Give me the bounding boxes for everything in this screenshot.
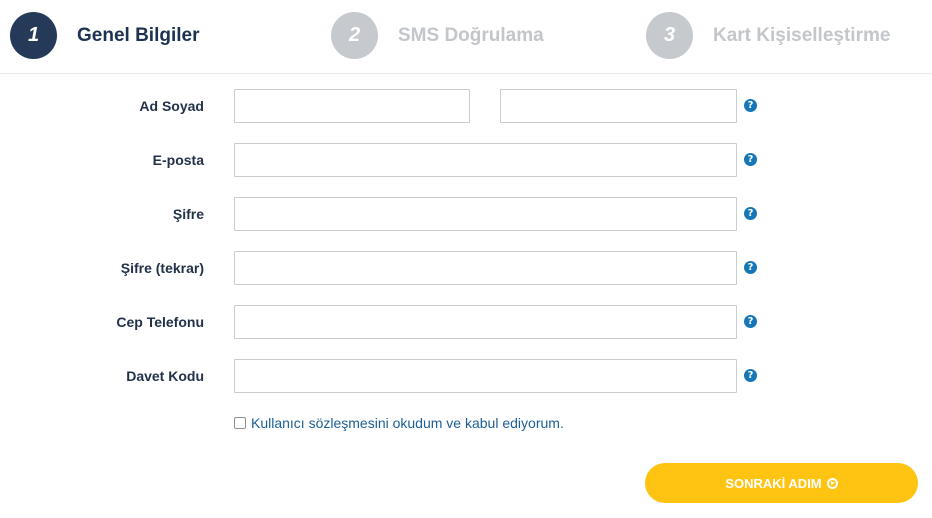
progress-stepper: 1 Genel Bilgiler 2 SMS Doğrulama 3 Kart … (0, 0, 932, 74)
form-row-name: Ad Soyad ? (0, 89, 932, 123)
password-repeat-label: Şifre (tekrar) (120, 260, 204, 276)
arrow-circle-right-icon (826, 477, 838, 489)
step-sms-verification: 2 SMS Doğrulama (331, 12, 544, 59)
password-label: Şifre (172, 206, 204, 222)
help-icon[interactable]: ? (744, 153, 757, 166)
next-step-label: SONRAKİ ADIM (725, 475, 822, 491)
help-icon[interactable]: ? (744, 261, 757, 274)
phone-label: Cep Telefonu (116, 314, 204, 330)
step-label: SMS Doğrulama (398, 24, 544, 46)
last-name-input[interactable] (500, 89, 737, 123)
step-label: Kart Kişiselleştirme (713, 24, 891, 46)
step-card-personalization: 3 Kart Kişiselleştirme (646, 12, 890, 59)
agreement-link[interactable]: Kullanıcı sözleşmesini okudum ve kabul e… (251, 415, 560, 431)
step-general-info: 1 Genel Bilgiler (10, 12, 199, 59)
help-icon[interactable]: ? (744, 207, 757, 220)
password-repeat-input[interactable] (234, 251, 737, 285)
email-label: E-posta (152, 152, 204, 168)
help-icon[interactable]: ? (744, 369, 757, 382)
password-input[interactable] (234, 197, 737, 231)
form-row-email: E-posta ? (0, 143, 932, 177)
first-name-input[interactable] (234, 89, 470, 123)
name-label: Ad Soyad (139, 98, 204, 114)
form-row-password-repeat: Şifre (tekrar) ? (0, 251, 932, 285)
step-number: 1 (10, 12, 57, 59)
agreement-checkbox[interactable] (234, 417, 246, 429)
form-row-password: Şifre ? (0, 197, 932, 231)
help-icon[interactable]: ? (744, 315, 757, 328)
next-step-button[interactable]: SONRAKİ ADIM (645, 463, 918, 503)
invite-code-label: Davet Kodu (126, 368, 204, 384)
invite-code-input[interactable] (234, 359, 737, 393)
agreement-period: . (559, 415, 564, 431)
step-number: 2 (331, 12, 378, 59)
help-icon[interactable]: ? (744, 99, 757, 112)
step-label: Genel Bilgiler (77, 24, 200, 46)
email-input[interactable] (234, 143, 737, 177)
form-row-invite-code: Davet Kodu ? (0, 359, 932, 393)
agreement-row: Kullanıcı sözleşmesini okudum ve kabul e… (234, 414, 564, 432)
form-row-phone: Cep Telefonu ? (0, 305, 932, 339)
step-number: 3 (646, 12, 693, 59)
phone-input[interactable] (234, 305, 737, 339)
